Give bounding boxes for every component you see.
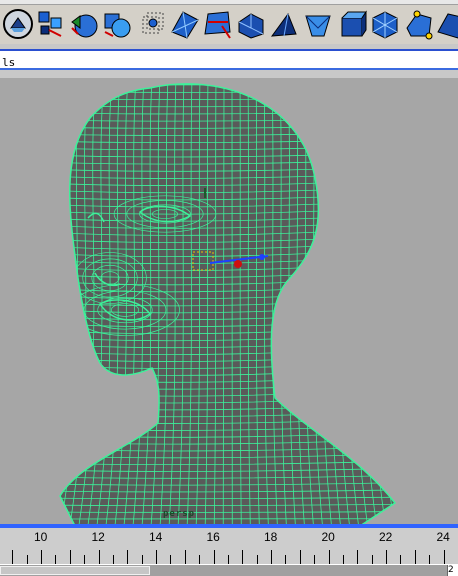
frame-label: 10 bbox=[34, 530, 47, 544]
frame-tick bbox=[285, 555, 286, 564]
frame-tick bbox=[357, 550, 358, 564]
bevel-face-icon[interactable] bbox=[235, 8, 267, 40]
frame-tick bbox=[12, 550, 13, 564]
frame-tick bbox=[127, 550, 128, 564]
frame-tick bbox=[415, 550, 416, 564]
poly-cube-icon[interactable] bbox=[336, 8, 368, 40]
frame-tick bbox=[400, 555, 401, 564]
frame-tick bbox=[156, 550, 157, 564]
range-slider-handle[interactable] bbox=[0, 566, 150, 575]
frame-tick bbox=[429, 555, 430, 564]
frame-tick bbox=[329, 550, 330, 564]
frame-label: 18 bbox=[264, 530, 277, 544]
frame-tick bbox=[99, 550, 100, 564]
frame-tick bbox=[271, 550, 272, 564]
frame-label: 16 bbox=[207, 530, 220, 544]
cube-sphere-icon[interactable] bbox=[101, 8, 133, 40]
wireframe-cube-icon[interactable] bbox=[136, 8, 168, 40]
frame-tick bbox=[444, 550, 445, 564]
perspective-viewport[interactable]: persp bbox=[0, 78, 458, 526]
frame-tick bbox=[314, 555, 315, 564]
extra-tool-icon[interactable] bbox=[436, 8, 458, 40]
frame-tick bbox=[41, 550, 42, 564]
camera-label: persp bbox=[163, 509, 195, 519]
frame-label: 12 bbox=[92, 530, 105, 544]
frame-tick bbox=[372, 555, 373, 564]
frame-tick bbox=[257, 555, 258, 564]
frame-tick bbox=[70, 550, 71, 564]
frame-tick bbox=[228, 555, 229, 564]
range-end-field[interactable]: 2 bbox=[447, 565, 458, 576]
subdivide-cube-icon[interactable] bbox=[369, 8, 401, 40]
cube-create-icon[interactable] bbox=[2, 8, 34, 40]
frame-tick bbox=[170, 555, 171, 564]
frame-label: 22 bbox=[379, 530, 392, 544]
frame-tick bbox=[27, 555, 28, 564]
frame-tick bbox=[214, 550, 215, 564]
frame-tick bbox=[84, 555, 85, 564]
frame-tick bbox=[242, 550, 243, 564]
frame-tick bbox=[185, 550, 186, 564]
command-line bbox=[0, 44, 458, 78]
frame-label: 14 bbox=[149, 530, 162, 544]
frame-tick bbox=[199, 555, 200, 564]
frame-tick bbox=[343, 555, 344, 564]
frame-tick bbox=[300, 550, 301, 564]
frame-tick bbox=[113, 555, 114, 564]
shelf-toolbar bbox=[0, 0, 458, 45]
split-polygon-icon[interactable] bbox=[202, 8, 234, 40]
append-polygon-icon[interactable] bbox=[302, 8, 334, 40]
frame-tick bbox=[55, 555, 56, 564]
command-line-field[interactable] bbox=[0, 49, 458, 70]
head-mesh-wireframe[interactable] bbox=[0, 78, 458, 526]
range-slider[interactable]: 2 bbox=[0, 564, 458, 576]
sphere-split-icon[interactable] bbox=[68, 8, 100, 40]
command-input[interactable] bbox=[0, 54, 444, 71]
frame-label: 24 bbox=[437, 530, 450, 544]
wedge-face-icon[interactable] bbox=[268, 8, 300, 40]
frame-label: 20 bbox=[322, 530, 335, 544]
frame-tick bbox=[142, 555, 143, 564]
frame-tick bbox=[386, 550, 387, 564]
time-ruler[interactable]: 10 12 14 16 18 20 22 24 bbox=[0, 528, 458, 564]
component-mode-icon[interactable] bbox=[35, 8, 67, 40]
extrude-face-icon[interactable] bbox=[169, 8, 201, 40]
smooth-poly-icon[interactable] bbox=[403, 8, 435, 40]
shelf-tab-strip bbox=[0, 0, 458, 5]
